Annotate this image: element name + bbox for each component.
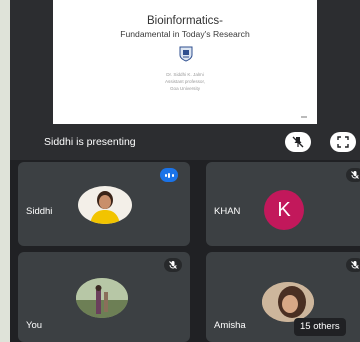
mic-off-badge: [164, 258, 182, 272]
fullscreen-button[interactable]: [330, 132, 356, 152]
avatar-photo: [76, 278, 128, 318]
speaking-indicator-icon: [160, 168, 178, 182]
mic-off-badge: [346, 168, 360, 182]
mic-off-icon: [351, 261, 359, 269]
avatar-amisha: [262, 282, 314, 322]
fullscreen-icon: [337, 136, 349, 148]
avatar-photo: [262, 282, 314, 322]
avatar-khan: K: [264, 190, 304, 230]
slide-footer-mark: [301, 116, 307, 118]
meeting-screen: Bioinformatics- Fundamental in Today's R…: [10, 0, 360, 342]
mic-off-icon: [169, 261, 177, 269]
slide-title: Bioinformatics-: [146, 15, 224, 27]
avatar-photo: [90, 191, 120, 224]
slide-author: Dr. Siddhi K. Jalmi Assistant professor,…: [53, 71, 317, 92]
slide-author-title: Assistant professor,: [164, 79, 206, 84]
window-frame: Bioinformatics- Fundamental in Today's R…: [0, 0, 360, 342]
participant-tile-you[interactable]: You: [18, 252, 190, 342]
avatar-you: [76, 278, 128, 318]
presentation-area[interactable]: Bioinformatics- Fundamental in Today's R…: [10, 0, 360, 160]
participant-name: Siddhi: [26, 206, 53, 217]
unpin-button[interactable]: [285, 132, 311, 152]
mic-off-badge: [346, 258, 360, 272]
university-logo: [179, 46, 193, 62]
participant-name: KHAN: [214, 206, 241, 217]
presenting-status: Siddhi is presenting: [44, 136, 136, 148]
avatar-siddhi: [78, 186, 132, 224]
presentation-slide: Bioinformatics- Fundamental in Today's R…: [53, 0, 317, 124]
participant-tile-siddhi[interactable]: Siddhi: [18, 162, 190, 246]
participant-name: You: [26, 320, 43, 331]
slide-subtitle: Fundamental in Today's Research: [120, 29, 250, 39]
participant-tile-khan[interactable]: K KHAN: [206, 162, 360, 246]
others-count-button[interactable]: 15 others: [294, 318, 346, 336]
slide-author-affiliation: Goa University: [169, 86, 201, 91]
mic-off-icon: [351, 171, 359, 179]
slide-author-name: Dr. Siddhi K. Jalmi: [166, 72, 204, 77]
participant-name: Amisha: [214, 320, 246, 331]
participant-tile-amisha[interactable]: Amisha 15 others: [206, 252, 360, 342]
unpin-icon: [292, 136, 304, 148]
